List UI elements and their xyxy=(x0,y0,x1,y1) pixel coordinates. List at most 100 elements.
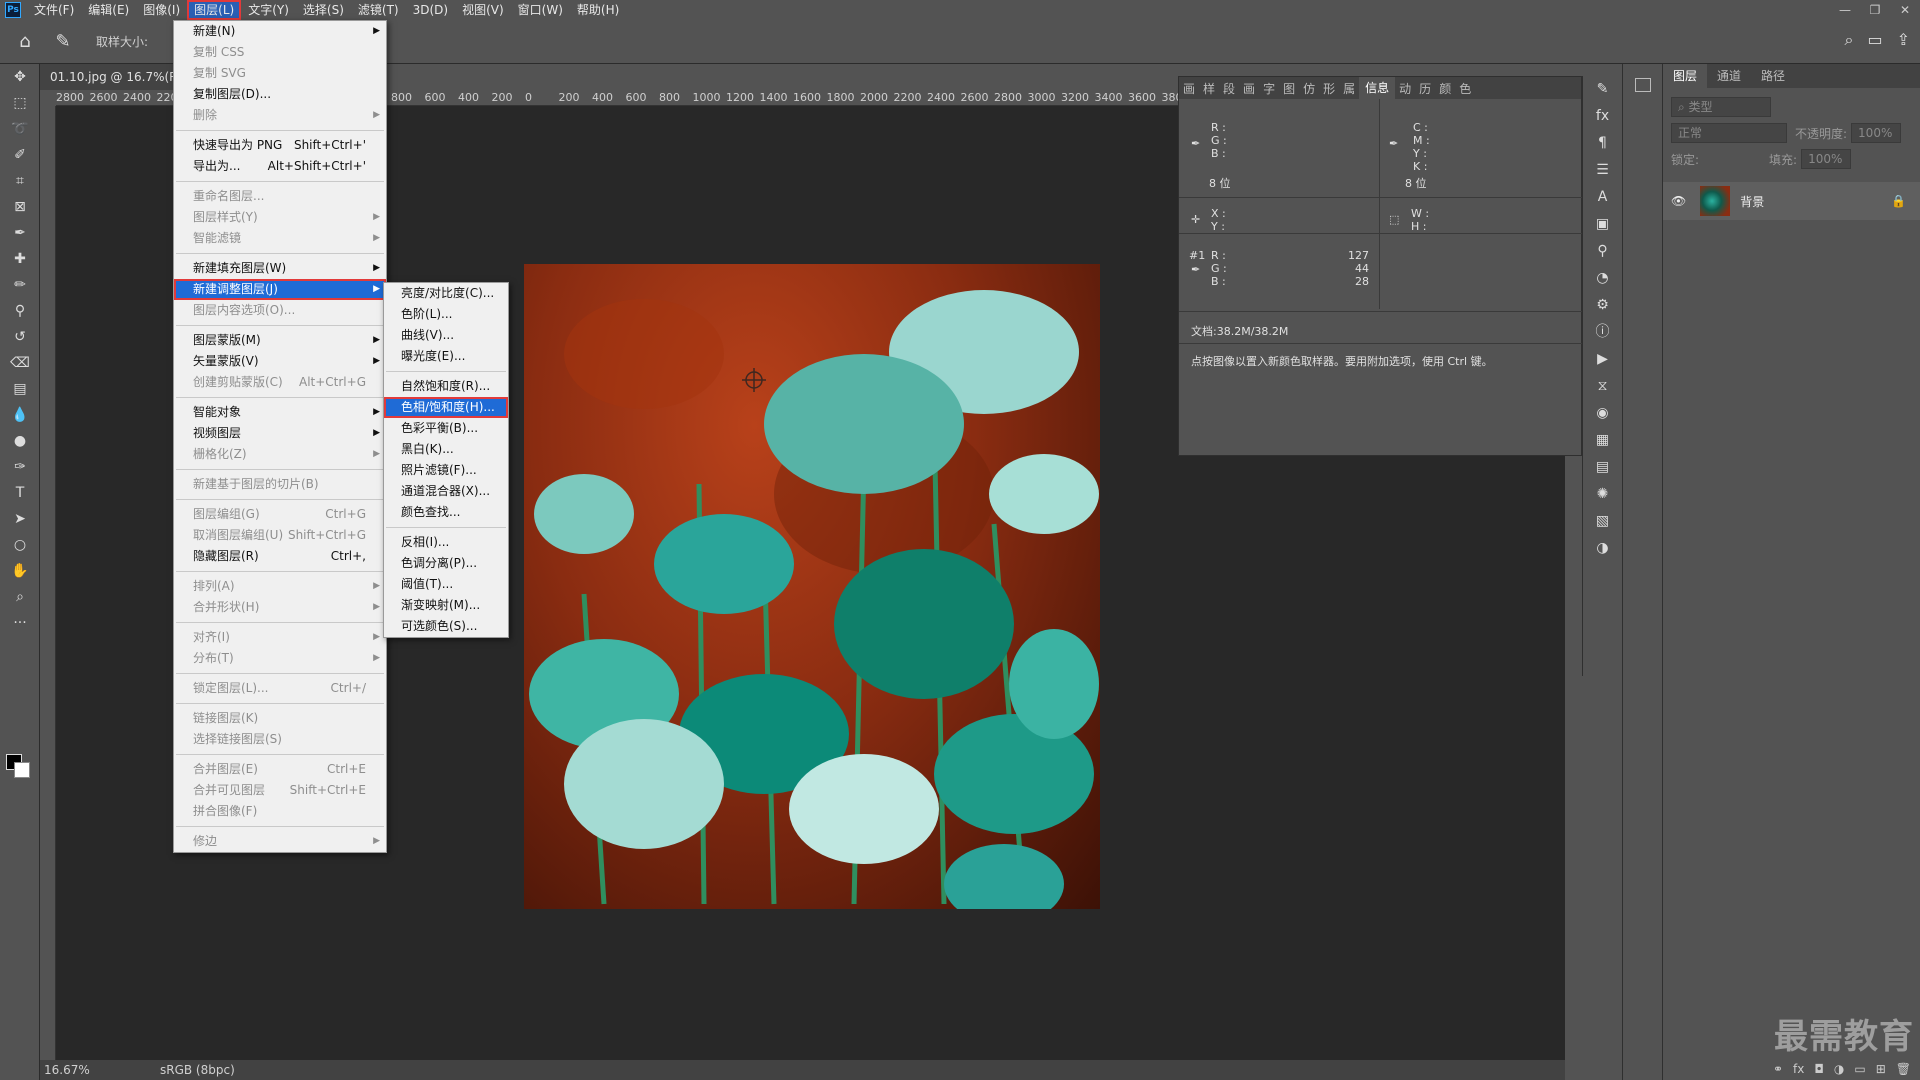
more-tools-icon[interactable]: ··· xyxy=(0,610,40,636)
layer-menu-item[interactable]: 快速导出为 PNG Shift+Ctrl+' xyxy=(174,135,386,156)
panel-toggle-icon[interactable] xyxy=(1634,78,1651,92)
zoom-level[interactable]: 16.67% xyxy=(44,1063,140,1077)
layer-menu-item[interactable]: 合并可见图层 Shift+Ctrl+E xyxy=(174,780,386,801)
type-tool-icon[interactable]: T xyxy=(0,480,40,506)
info-panel-tab[interactable]: 字 xyxy=(1259,80,1279,97)
visibility-eye-icon[interactable]: 👁 xyxy=(1671,194,1686,208)
history-brush-icon[interactable]: ↺ xyxy=(0,324,40,350)
adjustment-menu-item[interactable]: 渐变映射(M)... xyxy=(384,595,508,616)
menu-item[interactable]: 图像(I) xyxy=(136,0,187,20)
info-panel-tab[interactable]: 色 xyxy=(1455,80,1475,97)
layer-menu-item[interactable]: 取消图层编组(U) Shift+Ctrl+G xyxy=(174,525,386,546)
clone-source-icon[interactable]: ⚲ xyxy=(1583,238,1622,265)
path-select-icon[interactable]: ➤ xyxy=(0,506,40,532)
info-panel-tab[interactable]: 画 xyxy=(1179,80,1199,97)
layer-menu-item[interactable]: 复制 CSS xyxy=(174,42,386,63)
menu-item[interactable]: 帮助(H) xyxy=(570,0,626,20)
menu-item[interactable]: 窗口(W) xyxy=(511,0,570,20)
layer-menu-item[interactable]: 重命名图层... xyxy=(174,186,386,207)
document-tab[interactable]: 01.10.jpg @ 16.7%(RGB/8) xyxy=(40,64,180,90)
background-color-swatch[interactable] xyxy=(14,762,30,778)
layer-menu-item[interactable]: 新建基于图层的切片(B) xyxy=(174,474,386,495)
properties-icon[interactable]: ⚙ xyxy=(1583,292,1622,319)
marquee-tool-icon[interactable]: ⬚ xyxy=(0,90,40,116)
eraser-tool-icon[interactable]: ⌫ xyxy=(0,350,40,376)
color-profile[interactable]: sRGB (8bpc) xyxy=(160,1063,235,1077)
actions-icon[interactable]: ▶ xyxy=(1583,346,1622,373)
restore-icon[interactable]: ❐ xyxy=(1860,0,1890,20)
info-panel-tab[interactable]: 形 xyxy=(1319,80,1339,97)
layer-menu-item[interactable]: 智能滤镜 ▶ xyxy=(174,228,386,249)
layer-menu-item[interactable]: 删除 ▶ xyxy=(174,105,386,126)
document-image[interactable] xyxy=(524,264,1100,909)
blend-mode-select[interactable]: 正常 xyxy=(1671,123,1787,143)
layer-menu-item[interactable]: 矢量蒙版(V) ▶ xyxy=(174,351,386,372)
info-panel-tab[interactable]: 段 xyxy=(1219,80,1239,97)
layer-menu-item[interactable]: 分布(T) ▶ xyxy=(174,648,386,669)
layer-menu-item[interactable]: 合并形状(H) ▶ xyxy=(174,597,386,618)
character-icon[interactable]: A xyxy=(1583,184,1622,211)
layer-row-background[interactable]: 👁 背景 🔒 xyxy=(1663,182,1920,220)
image-icon[interactable]: ▣ xyxy=(1583,211,1622,238)
adjustment-menu-item[interactable]: 色阶(L)... xyxy=(384,304,508,325)
fill-input[interactable]: 100% xyxy=(1801,149,1852,169)
adjustment-menu-item[interactable]: 色调分离(P)... xyxy=(384,553,508,574)
layer-menu-item[interactable]: 锁定图层(L)... Ctrl+/ xyxy=(174,678,386,699)
adjustment-menu-item[interactable]: 曲线(V)... xyxy=(384,325,508,346)
layer-menu-item[interactable]: 智能对象 ▶ xyxy=(174,402,386,423)
blur-tool-icon[interactable]: 💧 xyxy=(0,402,40,428)
link-layers-icon[interactable]: ⚭ xyxy=(1773,1058,1783,1080)
info-panel-tab[interactable]: 仿 xyxy=(1299,80,1319,97)
layers-panel-tab[interactable]: 路径 xyxy=(1751,64,1795,88)
menu-item[interactable]: 3D(D) xyxy=(406,0,455,20)
zoom-tool-icon[interactable]: ⌕ xyxy=(0,584,40,610)
minimize-icon[interactable]: — xyxy=(1830,0,1860,20)
search-icon[interactable]: ⌕ xyxy=(1845,30,1854,50)
notes-icon[interactable]: ▤ xyxy=(1583,454,1622,481)
menu-item[interactable]: 滤镜(T) xyxy=(351,0,406,20)
layer-menu-item[interactable]: 新建调整图层(J) ▶ xyxy=(174,279,386,300)
add-mask-icon[interactable]: ◘ xyxy=(1814,1058,1824,1080)
adjustment-menu-item[interactable]: 通道混合器(X)... xyxy=(384,481,508,502)
color-icon[interactable]: ◉ xyxy=(1583,400,1622,427)
stamp-tool-icon[interactable]: ⚲ xyxy=(0,298,40,324)
adjustment-menu-item[interactable]: 黑白(K)... xyxy=(384,439,508,460)
adjustment-menu-item[interactable]: 可选颜色(S)... xyxy=(384,616,508,637)
opacity-input[interactable]: 100% xyxy=(1851,123,1902,143)
move-tool-icon[interactable]: ✥ xyxy=(0,64,40,90)
layer-menu-item[interactable]: 合并图层(E) Ctrl+E xyxy=(174,759,386,780)
layer-menu-item[interactable]: 导出为... Alt+Shift+Ctrl+' xyxy=(174,156,386,177)
frame-tool-icon[interactable]: ⊠ xyxy=(0,194,40,220)
adjustment-menu-item[interactable]: 亮度/对比度(C)... xyxy=(384,283,508,304)
layers-panel-tab[interactable]: 图层 xyxy=(1663,64,1708,88)
home-icon[interactable]: ⌂ xyxy=(12,29,38,55)
info-panel-tab[interactable]: 历 xyxy=(1415,80,1435,97)
layer-menu-item[interactable]: 视频图层 ▶ xyxy=(174,423,386,444)
paragraph-icon[interactable]: ¶ xyxy=(1583,130,1622,157)
brush-settings-icon[interactable]: ✎ xyxy=(1583,76,1622,103)
shape-tool-icon[interactable]: ○ xyxy=(0,532,40,558)
menu-item[interactable]: 文字(Y) xyxy=(241,0,296,20)
menu-item[interactable]: 文件(F) xyxy=(27,0,81,20)
layer-menu-item[interactable]: 新建填充图层(W) ▶ xyxy=(174,258,386,279)
layer-menu-item[interactable]: 复制图层(D)... xyxy=(174,84,386,105)
eyedropper-icon[interactable]: ✒ xyxy=(0,220,40,246)
new-group-icon[interactable]: ▭ xyxy=(1854,1058,1865,1080)
layer-menu-item[interactable]: 图层蒙版(M) ▶ xyxy=(174,330,386,351)
layer-menu-item[interactable]: 栅格化(Z) ▶ xyxy=(174,444,386,465)
layer-menu-item[interactable]: 隐藏图层(R) Ctrl+, xyxy=(174,546,386,567)
info-panel-tab[interactable]: 样 xyxy=(1199,80,1219,97)
adjustment-menu-item[interactable]: 阈值(T)... xyxy=(384,574,508,595)
info-panel-tab[interactable]: 画 xyxy=(1239,80,1259,97)
layer-menu-item[interactable]: 复制 SVG xyxy=(174,63,386,84)
new-layer-icon[interactable]: ⊞ xyxy=(1876,1058,1886,1080)
gradients-icon[interactable]: ◑ xyxy=(1583,535,1622,562)
layers-panel-tab[interactable]: 通道 xyxy=(1707,64,1751,88)
lasso-tool-icon[interactable]: ➰ xyxy=(0,116,40,142)
layer-menu-item[interactable]: 排列(A) ▶ xyxy=(174,576,386,597)
layer-menu-item[interactable]: 修边 ▶ xyxy=(174,831,386,852)
layer-menu-item[interactable]: 图层编组(G) Ctrl+G xyxy=(174,504,386,525)
hand-tool-icon[interactable]: ✋ xyxy=(0,558,40,584)
healing-brush-icon[interactable]: ✚ xyxy=(0,246,40,272)
share-icon[interactable]: ⇪ xyxy=(1897,30,1910,50)
